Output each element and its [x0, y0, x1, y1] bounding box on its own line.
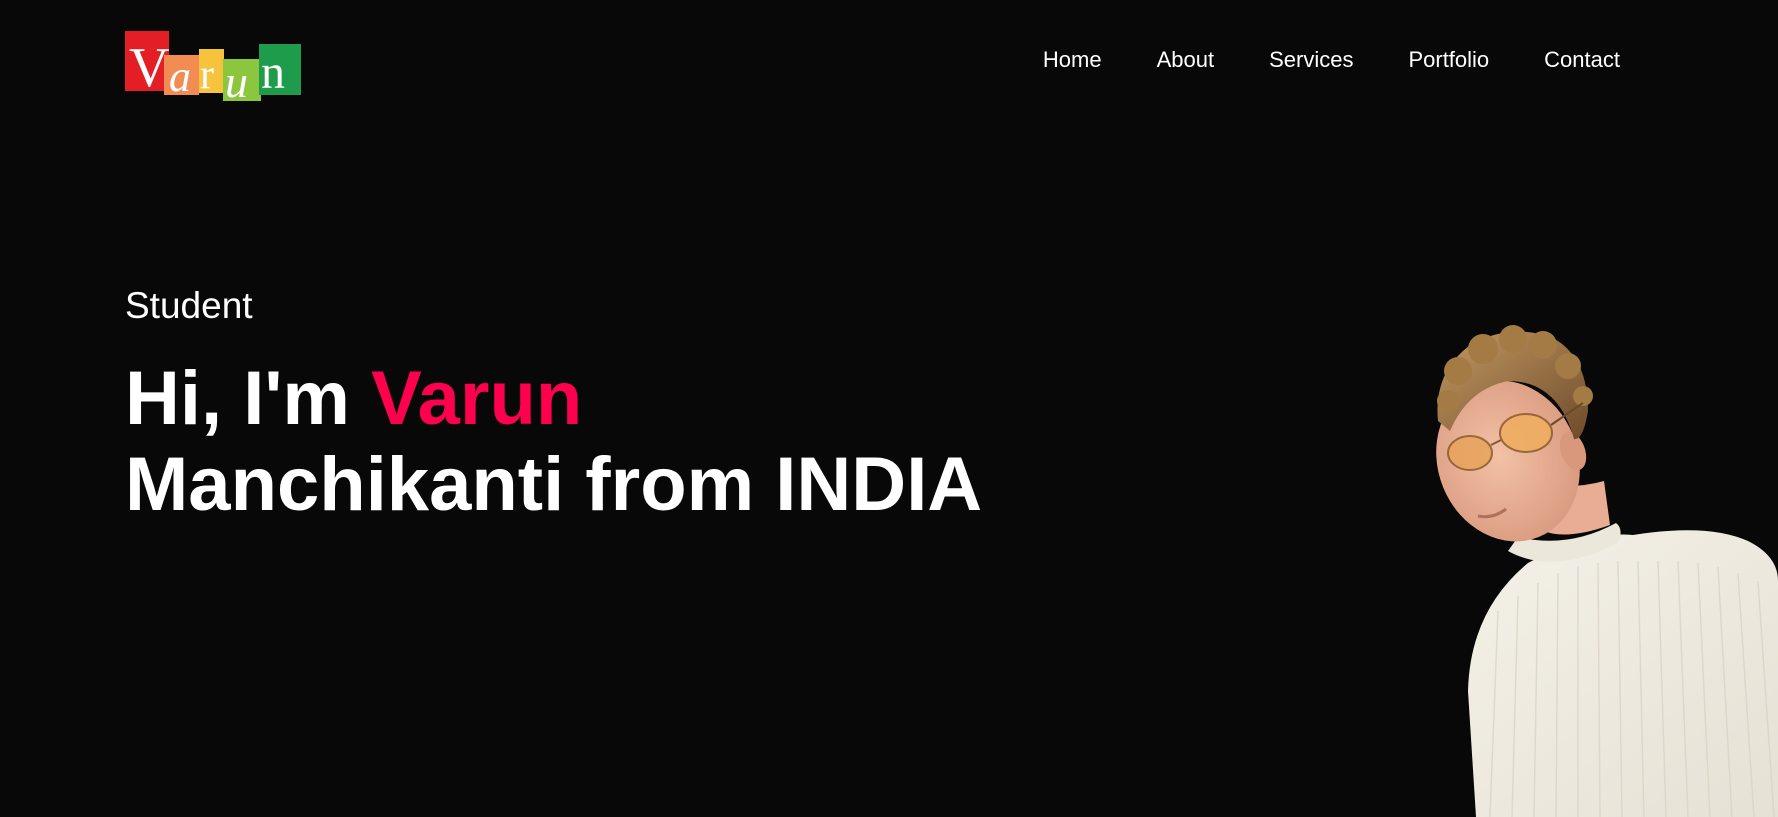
logo-letter-v: V: [129, 37, 169, 99]
main-nav: Home About Services Portfolio Contact: [1043, 46, 1620, 74]
profile-photo: [1378, 311, 1778, 817]
nav-about[interactable]: About: [1157, 46, 1215, 74]
hero-greeting: Hi, I'm: [125, 356, 372, 441]
nav-services[interactable]: Services: [1269, 46, 1353, 74]
hero-name-rest: Manchikanti from INDIA: [125, 442, 983, 527]
logo-letter-r: r: [200, 52, 214, 98]
logo-letter-u: u: [225, 56, 248, 101]
hero-subtitle: Student: [125, 285, 253, 326]
nav-portfolio[interactable]: Portfolio: [1408, 46, 1489, 74]
hero-title: Hi, I'm Varun Manchikanti from INDIA: [125, 356, 982, 528]
logo-graphic: V a r u n: [125, 31, 301, 101]
logo-letter-a: a: [169, 52, 191, 101]
nav-home[interactable]: Home: [1043, 46, 1102, 74]
hero-name-highlight: Varun: [371, 356, 583, 441]
nav-contact[interactable]: Contact: [1544, 46, 1620, 74]
site-logo[interactable]: V a r u n: [125, 31, 301, 101]
logo-letter-n: n: [261, 46, 285, 99]
